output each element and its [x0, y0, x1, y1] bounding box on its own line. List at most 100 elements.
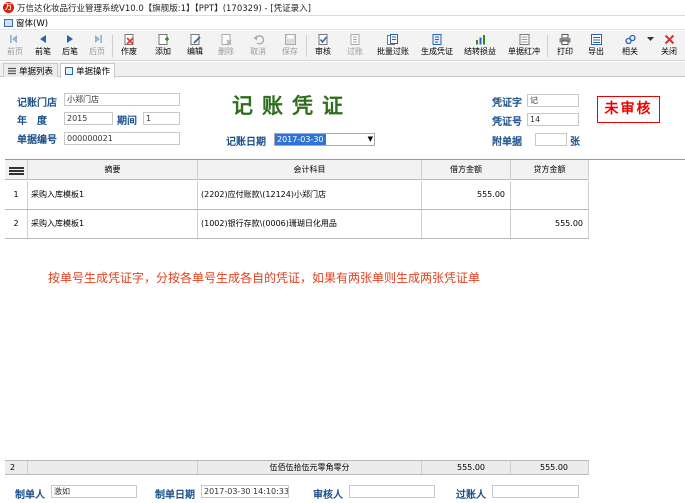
related-label: 相关: [622, 47, 638, 56]
debit-cell[interactable]: [422, 210, 511, 238]
menu-bar: 窗体(W): [0, 16, 685, 30]
attach-field[interactable]: [535, 133, 567, 146]
grid-header: 摘要 会计科目 借方金额 贷方金额: [5, 160, 589, 180]
close-icon: [663, 33, 675, 45]
void-button[interactable]: 作废: [116, 33, 142, 59]
maker-field[interactable]: 激如: [51, 485, 137, 498]
voucher-grid: 摘要 会计科目 借方金额 贷方金额 1 采购入库模板1 (2202)应付账款\(…: [5, 159, 685, 475]
post-icon: [349, 33, 361, 45]
related-dropdown-button[interactable]: [646, 33, 654, 59]
print-icon: [559, 33, 571, 45]
poster-label: 过账人: [456, 490, 486, 501]
debit-cell[interactable]: 555.00: [422, 181, 511, 209]
store-field[interactable]: 小郑门店: [64, 93, 180, 106]
void-icon: [123, 33, 135, 45]
add-icon: [157, 33, 169, 45]
related-button[interactable]: 相关: [617, 33, 643, 59]
toolbar-separator: [306, 35, 307, 57]
row-number: 2: [5, 210, 28, 238]
account-cell[interactable]: (2202)应付账款\(12124)小郑门店: [198, 181, 422, 209]
prev-record-icon: [37, 33, 49, 45]
reverse-icon: [518, 33, 530, 45]
column-header-summary[interactable]: 摘要: [28, 160, 198, 180]
close-label: 关闭: [661, 47, 677, 56]
amount-in-words: 伍佰伍拾伍元零角零分: [198, 461, 422, 474]
menu-window[interactable]: 窗体(W): [4, 17, 48, 29]
grid-menu-button[interactable]: [5, 160, 28, 180]
next-page-button[interactable]: 后页: [85, 33, 109, 59]
tab-document-operation[interactable]: 单据操作: [60, 63, 116, 78]
prev-record-label: 前笔: [35, 47, 51, 56]
auditor-field[interactable]: [349, 485, 435, 498]
undo-label: 取消: [250, 47, 266, 56]
row-count: 2: [5, 461, 28, 474]
table-row[interactable]: 2 采购入库模板1 (1002)银行存款\(0006)珊瑚日化用品 555.00: [5, 210, 589, 239]
print-label: 打印: [557, 47, 573, 56]
batch-post-button[interactable]: 批量过账: [374, 33, 412, 59]
tab-strip: 单据列表 单据操作: [0, 62, 685, 78]
delete-button[interactable]: 删除: [213, 33, 239, 59]
save-button[interactable]: 保存: [277, 33, 303, 59]
export-button[interactable]: 导出: [583, 33, 609, 59]
prev-record-button[interactable]: 前笔: [31, 33, 55, 59]
docno-field[interactable]: 000000021: [64, 132, 180, 145]
edit-button[interactable]: 编辑: [182, 33, 208, 59]
add-label: 添加: [155, 47, 171, 56]
table-row[interactable]: 1 采购入库模板1 (2202)应付账款\(12124)小郑门店 555.00: [5, 181, 589, 210]
generate-voucher-button[interactable]: 生成凭证: [418, 33, 456, 59]
auditor-label: 审核人: [313, 490, 343, 501]
toolbar: 前页 前笔 后笔 后页 作废 添加 编辑 删除 取消 保存 审核 过账 批量过账…: [0, 31, 685, 61]
maker-label: 制单人: [15, 490, 45, 501]
post-button[interactable]: 过账: [342, 33, 368, 59]
year-field[interactable]: 2015: [64, 112, 113, 125]
docno-label: 单据编号: [17, 135, 57, 146]
post-label: 过账: [347, 47, 363, 56]
date-value: 2017-03-30: [275, 134, 326, 145]
credit-cell[interactable]: [511, 181, 589, 209]
next-record-button[interactable]: 后笔: [58, 33, 82, 59]
undo-button[interactable]: 取消: [245, 33, 271, 59]
print-button[interactable]: 打印: [552, 33, 578, 59]
voucher-word-field[interactable]: 记: [527, 94, 579, 107]
close-button[interactable]: 关闭: [655, 33, 683, 59]
summary-cell[interactable]: 采购入库模板1: [28, 210, 198, 238]
voucher-no-label: 凭证号: [492, 117, 522, 128]
generate-voucher-label: 生成凭证: [421, 47, 453, 56]
export-label: 导出: [588, 47, 604, 56]
prev-page-button[interactable]: 前页: [3, 33, 27, 59]
add-button[interactable]: 添加: [150, 33, 176, 59]
menu-icon: [9, 167, 24, 176]
period-field[interactable]: 1: [143, 112, 180, 125]
carry-forward-button[interactable]: 结转损益: [461, 33, 499, 59]
voucher-footer: 制单人 激如 制单日期 2017-03-30 14:10:33 审核人 过账人: [0, 481, 685, 503]
chevron-down-icon[interactable]: ▼: [368, 134, 373, 145]
tab-document-list-label: 单据列表: [19, 66, 54, 77]
credit-cell[interactable]: 555.00: [511, 210, 589, 238]
attach-label: 附单据: [492, 137, 522, 148]
window-title: 万信达化妆品行业管理系统V10.0【旗舰版:1】【PPT】(170329) - …: [17, 3, 311, 14]
summary-cell[interactable]: 采购入库模板1: [28, 181, 198, 209]
year-label: 年 度: [17, 116, 47, 127]
column-header-credit[interactable]: 贷方金额: [511, 160, 589, 180]
delete-label: 删除: [218, 47, 234, 56]
column-header-account[interactable]: 会计科目: [198, 160, 422, 180]
toolbar-separator: [112, 35, 113, 57]
date-field[interactable]: 2017-03-30 ▼: [274, 133, 375, 146]
voucher-no-field[interactable]: 14: [527, 113, 579, 126]
document-icon: [65, 67, 73, 75]
reverse-button[interactable]: 单据红冲: [505, 33, 543, 59]
voucher-header-form: 记账门店 小郑门店 年 度 2015 期间 1 单据编号 000000021 记…: [0, 78, 685, 157]
voucher-title: 记账凭证: [232, 93, 352, 118]
grid-footer: 2 伍佰伍拾伍元零角零分 555.00 555.00: [5, 460, 589, 475]
carry-forward-label: 结转损益: [464, 47, 496, 56]
audit-button[interactable]: 审核: [310, 33, 336, 59]
column-header-debit[interactable]: 借方金额: [422, 160, 511, 180]
generate-voucher-icon: [431, 33, 443, 45]
next-page-label: 后页: [89, 47, 105, 56]
period-label: 期间: [117, 116, 137, 127]
poster-field[interactable]: [492, 485, 579, 498]
account-cell[interactable]: (1002)银行存款\(0006)珊瑚日化用品: [198, 210, 422, 238]
make-date-field[interactable]: 2017-03-30 14:10:33: [201, 485, 289, 498]
tab-document-list[interactable]: 单据列表: [3, 63, 59, 77]
edit-label: 编辑: [187, 47, 203, 56]
